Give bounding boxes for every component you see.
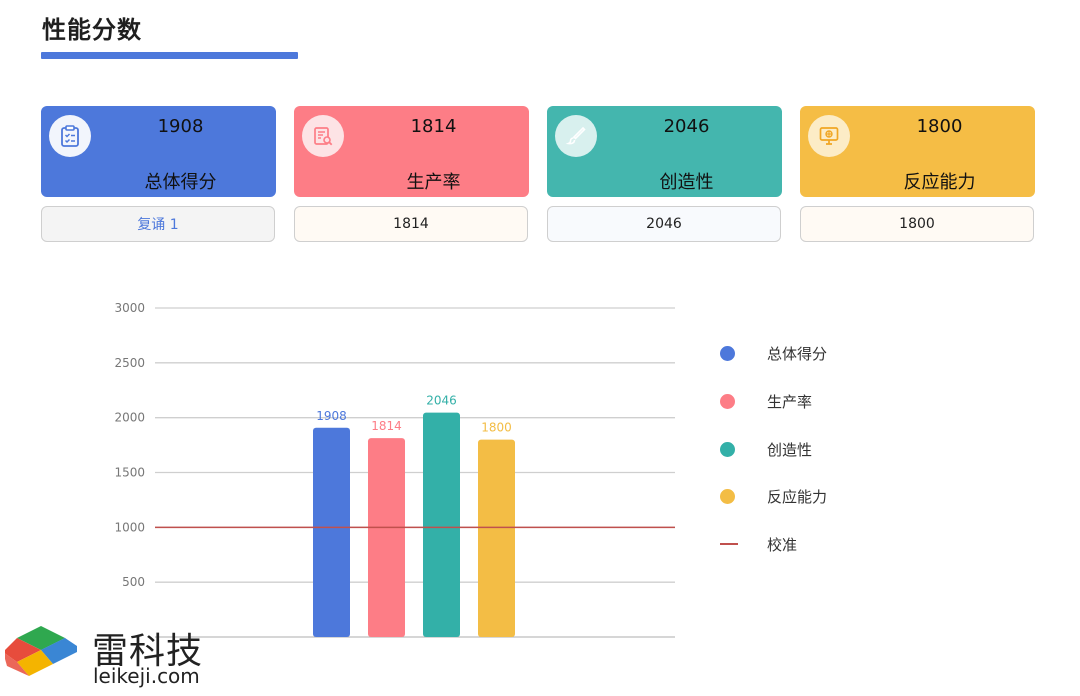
- card-sub-responsiveness[interactable]: 1800: [800, 206, 1034, 242]
- bar-2: [368, 438, 405, 637]
- card-value: 1800: [916, 116, 963, 137]
- card-value: 1908: [157, 116, 204, 137]
- card-label: 反应能力: [903, 172, 976, 193]
- y-tick-label: 1000: [114, 520, 145, 534]
- bar-chart: 500 1000 1500 2000 2500 3000 1908 1814 2046 1800: [114, 301, 675, 638]
- card-sub-creativity[interactable]: 2046: [547, 206, 781, 242]
- bar-value-label: 1908: [316, 409, 347, 423]
- card-sub-overall[interactable]: 复诵 1: [41, 206, 275, 242]
- legend-line: [720, 543, 738, 545]
- card-value: 1814: [410, 116, 457, 137]
- legend-label: 反应能力: [767, 487, 828, 506]
- title-underline: [41, 52, 298, 59]
- legend-label: 总体得分: [767, 344, 828, 363]
- leikeji-logo-icon: [5, 626, 77, 676]
- bar-value-label: 1800: [481, 421, 512, 435]
- legend-item-calibration[interactable]: 校准: [720, 533, 797, 555]
- card-productivity[interactable]: 1814 生产率: [294, 106, 529, 197]
- y-tick-label: 2000: [114, 411, 145, 425]
- watermark-url: leikeji.com: [93, 664, 200, 688]
- legend-label: 创造性: [767, 440, 813, 459]
- card-value: 2046: [663, 116, 710, 137]
- legend-dot: [720, 393, 735, 409]
- legend-dot: [720, 488, 735, 504]
- bar-value-label: 1814: [371, 419, 402, 433]
- bar-value-label: 2046: [426, 394, 457, 408]
- legend-dot: [720, 441, 735, 457]
- y-tick-label: 1500: [114, 466, 145, 480]
- legend-dot: [720, 345, 735, 361]
- card-responsiveness[interactable]: 1800 反应能力: [800, 106, 1035, 197]
- y-tick-label: 2500: [114, 356, 145, 370]
- bar-3: [423, 412, 460, 637]
- legend-item-overall[interactable]: 总体得分: [720, 342, 827, 364]
- legend-item-responsiveness[interactable]: 反应能力: [720, 485, 827, 507]
- bar-4: [478, 439, 515, 637]
- page-title: 性能分数: [42, 16, 142, 44]
- card-label: 总体得分: [144, 172, 217, 193]
- legend-label: 生产率: [767, 392, 813, 411]
- card-creativity[interactable]: 2046 创造性: [547, 106, 782, 197]
- bar-1: [313, 427, 350, 637]
- card-label: 生产率: [406, 172, 461, 193]
- card-overall[interactable]: 1908 总体得分: [41, 106, 276, 197]
- card-label: 创造性: [659, 172, 714, 193]
- y-tick-label: 500: [122, 575, 145, 589]
- legend-item-productivity[interactable]: 生产率: [720, 390, 812, 412]
- card-sub-productivity[interactable]: 1814: [294, 206, 528, 242]
- legend-label: 校准: [767, 535, 798, 554]
- legend-item-creativity[interactable]: 创造性: [720, 438, 812, 460]
- y-tick-label: 3000: [114, 301, 145, 315]
